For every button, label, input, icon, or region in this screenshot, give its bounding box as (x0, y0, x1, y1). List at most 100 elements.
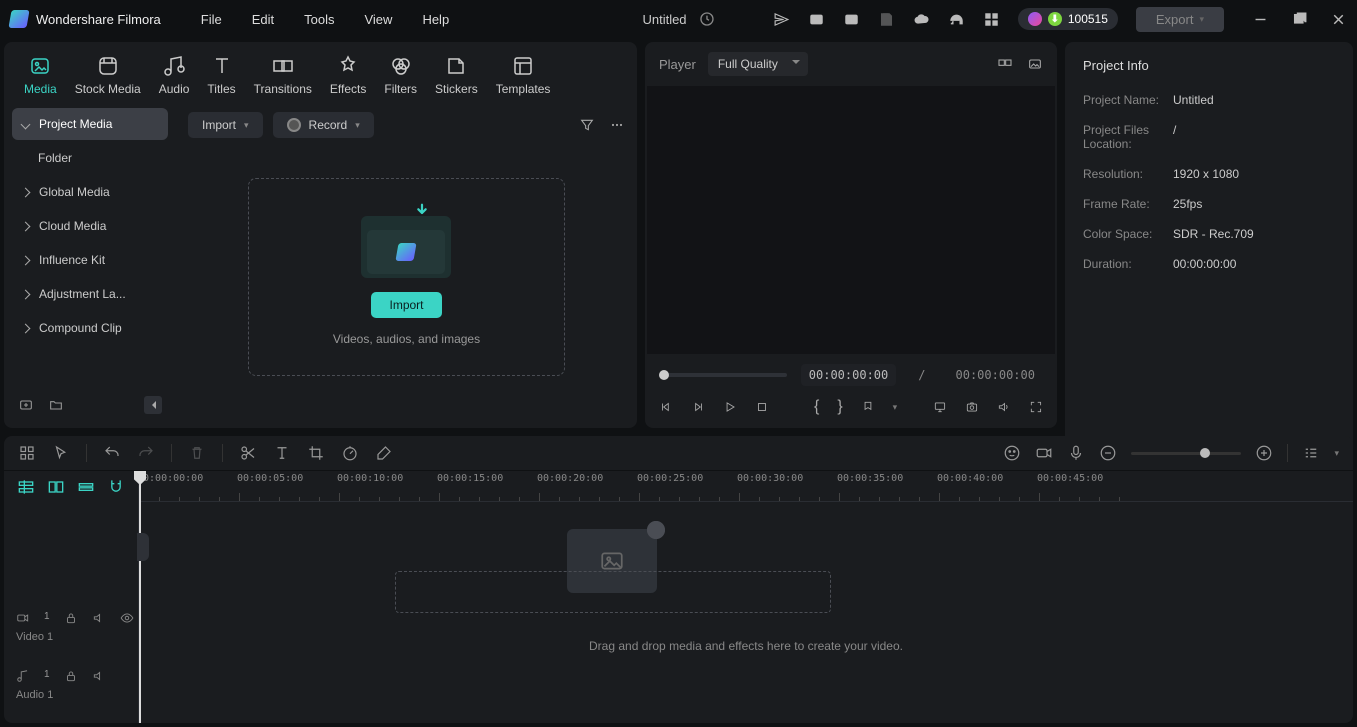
apps-grid-icon[interactable] (983, 11, 1000, 28)
credits-pill[interactable]: ⬇ 100515 (1018, 8, 1118, 30)
sidebar-compound-clip[interactable]: Compound Clip (12, 312, 168, 344)
magnet-icon[interactable] (106, 477, 126, 497)
mute-icon[interactable] (92, 669, 106, 683)
ruler-mark: 00:00:20:00 (537, 473, 603, 484)
seek-slider[interactable] (659, 373, 787, 377)
visibility-icon[interactable] (120, 611, 134, 625)
timeline-options-icon[interactable] (1302, 444, 1320, 462)
tab-templates[interactable]: Templates (496, 54, 551, 96)
new-bin-icon[interactable] (18, 397, 34, 413)
tab-filters[interactable]: Filters (384, 54, 417, 96)
save-icon[interactable] (878, 11, 895, 28)
fullscreen-icon[interactable] (1029, 398, 1043, 416)
volume-icon[interactable] (997, 398, 1011, 416)
tl-tool-select-icon[interactable] (18, 444, 36, 462)
crop-icon[interactable] (307, 444, 325, 462)
current-timecode[interactable]: 00:00:00:00 (801, 364, 896, 386)
sidebar-adjustment-layer[interactable]: Adjustment La... (12, 278, 168, 310)
menu-tools[interactable]: Tools (304, 12, 334, 27)
playback-quality-select[interactable]: Full Quality (708, 52, 808, 76)
import-button[interactable]: Import (371, 292, 441, 318)
track-mode-1-icon[interactable] (16, 477, 36, 497)
tl-pointer-icon[interactable] (52, 444, 70, 462)
track-mode-2-icon[interactable] (46, 477, 66, 497)
prev-frame-icon[interactable] (659, 398, 673, 416)
import-dropzone[interactable]: Import Videos, audios, and images (248, 178, 565, 376)
compare-view-icon[interactable] (997, 56, 1013, 72)
play-icon[interactable] (723, 398, 737, 416)
camera-snapshot-icon[interactable] (965, 398, 979, 416)
voiceover-mic-icon[interactable] (1067, 444, 1085, 462)
lock-icon[interactable] (64, 611, 78, 625)
sidebar-project-media[interactable]: Project Media (12, 108, 168, 140)
more-menu-icon[interactable] (609, 117, 625, 133)
menu-view[interactable]: View (364, 12, 392, 27)
mark-out-icon[interactable]: } (837, 398, 842, 416)
marker-dropdown-icon[interactable] (861, 398, 875, 416)
headphones-icon[interactable] (948, 11, 965, 28)
menu-help[interactable]: Help (422, 12, 449, 27)
video-track-icon[interactable] (16, 611, 30, 625)
menu-edit[interactable]: Edit (252, 12, 274, 27)
tab-transitions[interactable]: Transitions (254, 54, 312, 96)
redo-icon[interactable] (137, 444, 155, 462)
ai-face-icon[interactable] (1003, 444, 1021, 462)
mark-in-icon[interactable]: { (814, 398, 819, 416)
add-clip-icon[interactable]: + (647, 521, 665, 539)
undo-icon[interactable] (103, 444, 121, 462)
next-frame-icon[interactable] (691, 398, 705, 416)
record-camera-icon[interactable] (1035, 444, 1053, 462)
player-viewport[interactable] (647, 86, 1055, 354)
playhead[interactable] (139, 471, 141, 723)
import-dropdown[interactable]: Import▾ (188, 112, 263, 138)
tab-stock-media[interactable]: Stock Media (75, 54, 141, 96)
sidebar-influence-kit[interactable]: Influence Kit (12, 244, 168, 276)
send-icon[interactable] (773, 11, 790, 28)
sidebar-global-media[interactable]: Global Media (12, 176, 168, 208)
sidebar-folder[interactable]: Folder (12, 142, 168, 174)
delete-icon[interactable] (188, 444, 206, 462)
info-val-resolution: 1920 x 1080 (1173, 167, 1239, 181)
window-maximize-icon[interactable] (1291, 11, 1308, 28)
filter-icon[interactable] (579, 117, 595, 133)
track-collapse-tab[interactable] (137, 533, 149, 561)
audio-track-icon[interactable] (16, 669, 30, 683)
zoom-out-icon[interactable] (1099, 444, 1117, 462)
info-val-location: / (1173, 123, 1176, 151)
timeline-dropzone[interactable] (395, 571, 831, 613)
document-title: Untitled (642, 12, 686, 27)
record-dropdown[interactable]: Record▾ (273, 112, 374, 138)
tab-audio[interactable]: Audio (159, 54, 190, 96)
window-minimize-icon[interactable] (1252, 11, 1269, 28)
timeline-tracks[interactable]: 00:00:00:0000:00:05:0000:00:10:0000:00:1… (138, 471, 1353, 723)
text-tool-icon[interactable] (273, 444, 291, 462)
menu-file[interactable]: File (201, 12, 222, 27)
layout2-icon[interactable] (843, 11, 860, 28)
export-button[interactable]: Export ▾ (1136, 7, 1224, 32)
sidebar-collapse-icon[interactable] (144, 396, 162, 414)
cloud-icon[interactable] (913, 11, 930, 28)
timecode-separator: / (910, 364, 933, 386)
split-icon[interactable] (239, 444, 257, 462)
sync-status-icon[interactable] (699, 11, 715, 27)
tab-media[interactable]: Media (24, 54, 57, 96)
new-folder-icon[interactable] (48, 397, 64, 413)
zoom-in-icon[interactable] (1255, 444, 1273, 462)
tab-stickers[interactable]: Stickers (435, 54, 478, 96)
speed-icon[interactable] (341, 444, 359, 462)
timeline-ruler[interactable]: 00:00:00:0000:00:05:0000:00:10:0000:00:1… (139, 471, 1353, 502)
layout1-icon[interactable] (808, 11, 825, 28)
timeline-track-header: 1 Video 1 1 Audio 1 (4, 471, 138, 723)
tab-titles[interactable]: Titles (207, 54, 235, 96)
stop-icon[interactable] (755, 398, 769, 416)
window-close-icon[interactable] (1330, 11, 1347, 28)
track-mode-3-icon[interactable] (76, 477, 96, 497)
snapshot-view-icon[interactable] (1027, 56, 1043, 72)
color-icon[interactable] (375, 444, 393, 462)
lock-icon[interactable] (64, 669, 78, 683)
sidebar-cloud-media[interactable]: Cloud Media (12, 210, 168, 242)
mute-icon[interactable] (92, 611, 106, 625)
zoom-slider[interactable] (1131, 452, 1241, 455)
display-icon[interactable] (933, 398, 947, 416)
tab-effects[interactable]: Effects (330, 54, 366, 96)
